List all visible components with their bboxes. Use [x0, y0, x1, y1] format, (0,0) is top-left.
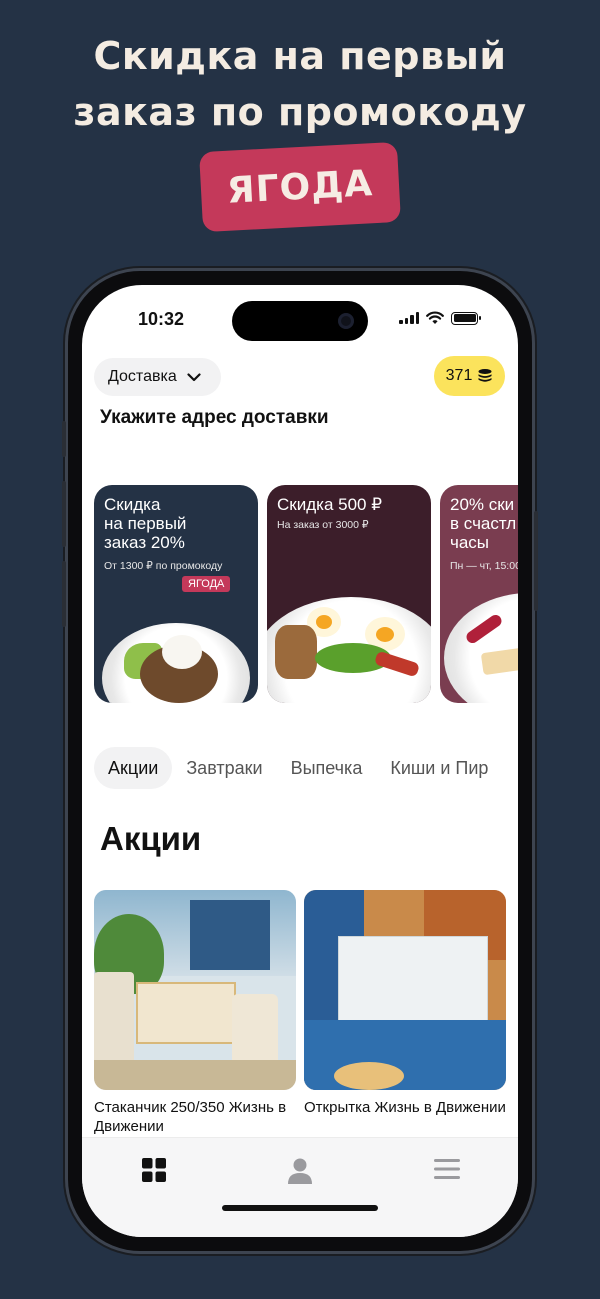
banner-title: 20% ски в счастл часы: [450, 495, 517, 552]
product-image: [94, 890, 296, 1090]
status-icons: [399, 311, 481, 325]
tab-quiches[interactable]: Киши и Пир: [376, 747, 502, 789]
banner-subtitle: От 1300 ₽ по промокоду: [104, 560, 223, 572]
tab-breakfasts[interactable]: Завтраки: [172, 747, 276, 789]
product-card[interactable]: Открытка Жизнь в Движении: [304, 890, 506, 1117]
delivery-address-prompt[interactable]: Укажите адрес доставки: [100, 407, 329, 429]
bottom-tab-bar: [82, 1137, 518, 1237]
volume-down-button: [62, 561, 66, 627]
headline-line-2: заказ по промокоду: [73, 90, 527, 134]
bonus-coins-button[interactable]: 371: [434, 356, 505, 396]
category-tabs: Акции Завтраки Выпечка Киши и Пир: [94, 747, 502, 789]
dynamic-island: [232, 301, 368, 341]
chevron-down-icon: [187, 372, 201, 381]
banner-500-off[interactable]: Скидка 500 ₽ На заказ от 3000 ₽: [267, 485, 431, 703]
banner-subtitle: На заказ от 3000 ₽: [277, 519, 369, 531]
product-image: [304, 890, 506, 1090]
headline-line-1: Скидка на первый: [93, 34, 507, 78]
delivery-mode-selector[interactable]: Доставка: [94, 358, 221, 396]
menu-grid-icon[interactable]: [142, 1158, 166, 1187]
power-button: [534, 511, 538, 611]
banner-food-image: [267, 597, 431, 703]
app-screen: 10:32 Доставка 371 Укажите адрес доставк…: [82, 285, 518, 1237]
coins-count: 371: [445, 367, 473, 384]
tab-promotions[interactable]: Акции: [94, 747, 173, 789]
banner-first-order[interactable]: Скидка на первый заказ 20% От 1300 ₽ по …: [94, 485, 258, 703]
section-title: Акции: [100, 820, 202, 857]
banner-title: Скидка 500 ₽: [277, 495, 383, 514]
profile-icon[interactable]: [288, 1158, 312, 1189]
hamburger-menu-icon[interactable]: [434, 1158, 460, 1185]
banner-food-image: [102, 623, 250, 703]
volume-up-button: [62, 481, 66, 547]
cellular-signal-icon: [399, 312, 419, 324]
delivery-mode-label: Доставка: [108, 368, 177, 385]
tab-pastries[interactable]: Выпечка: [277, 747, 377, 789]
home-indicator[interactable]: [222, 1205, 378, 1211]
battery-icon: [451, 311, 481, 325]
status-time: 10:32: [138, 309, 185, 329]
coins-icon: [478, 369, 492, 382]
banner-title: Скидка на первый заказ 20%: [104, 495, 187, 552]
banner-promo-tag: ЯГОДА: [182, 576, 231, 592]
product-card[interactable]: Стаканчик 250/350 Жизнь в Движении: [94, 890, 296, 1136]
promo-banner-carousel[interactable]: Скидка на первый заказ 20% От 1300 ₽ по …: [94, 485, 518, 703]
action-button: [62, 421, 66, 457]
promo-headline: Скидка на первый заказ по промокоду: [0, 28, 600, 140]
banner-happy-hours[interactable]: 20% ски в счастл часы Пн — чт, 15:00: [440, 485, 518, 703]
promo-code-badge: ЯГОДА: [199, 141, 401, 233]
product-name: Открытка Жизнь в Движении: [304, 1099, 506, 1116]
phone-frame: 10:32 Доставка 371 Укажите адрес доставк…: [62, 271, 538, 1251]
banner-food-image: [444, 593, 518, 703]
wifi-icon: [426, 311, 444, 324]
product-name: Стаканчик 250/350 Жизнь в Движении: [94, 1099, 287, 1135]
banner-subtitle: Пн — чт, 15:00: [450, 560, 518, 572]
